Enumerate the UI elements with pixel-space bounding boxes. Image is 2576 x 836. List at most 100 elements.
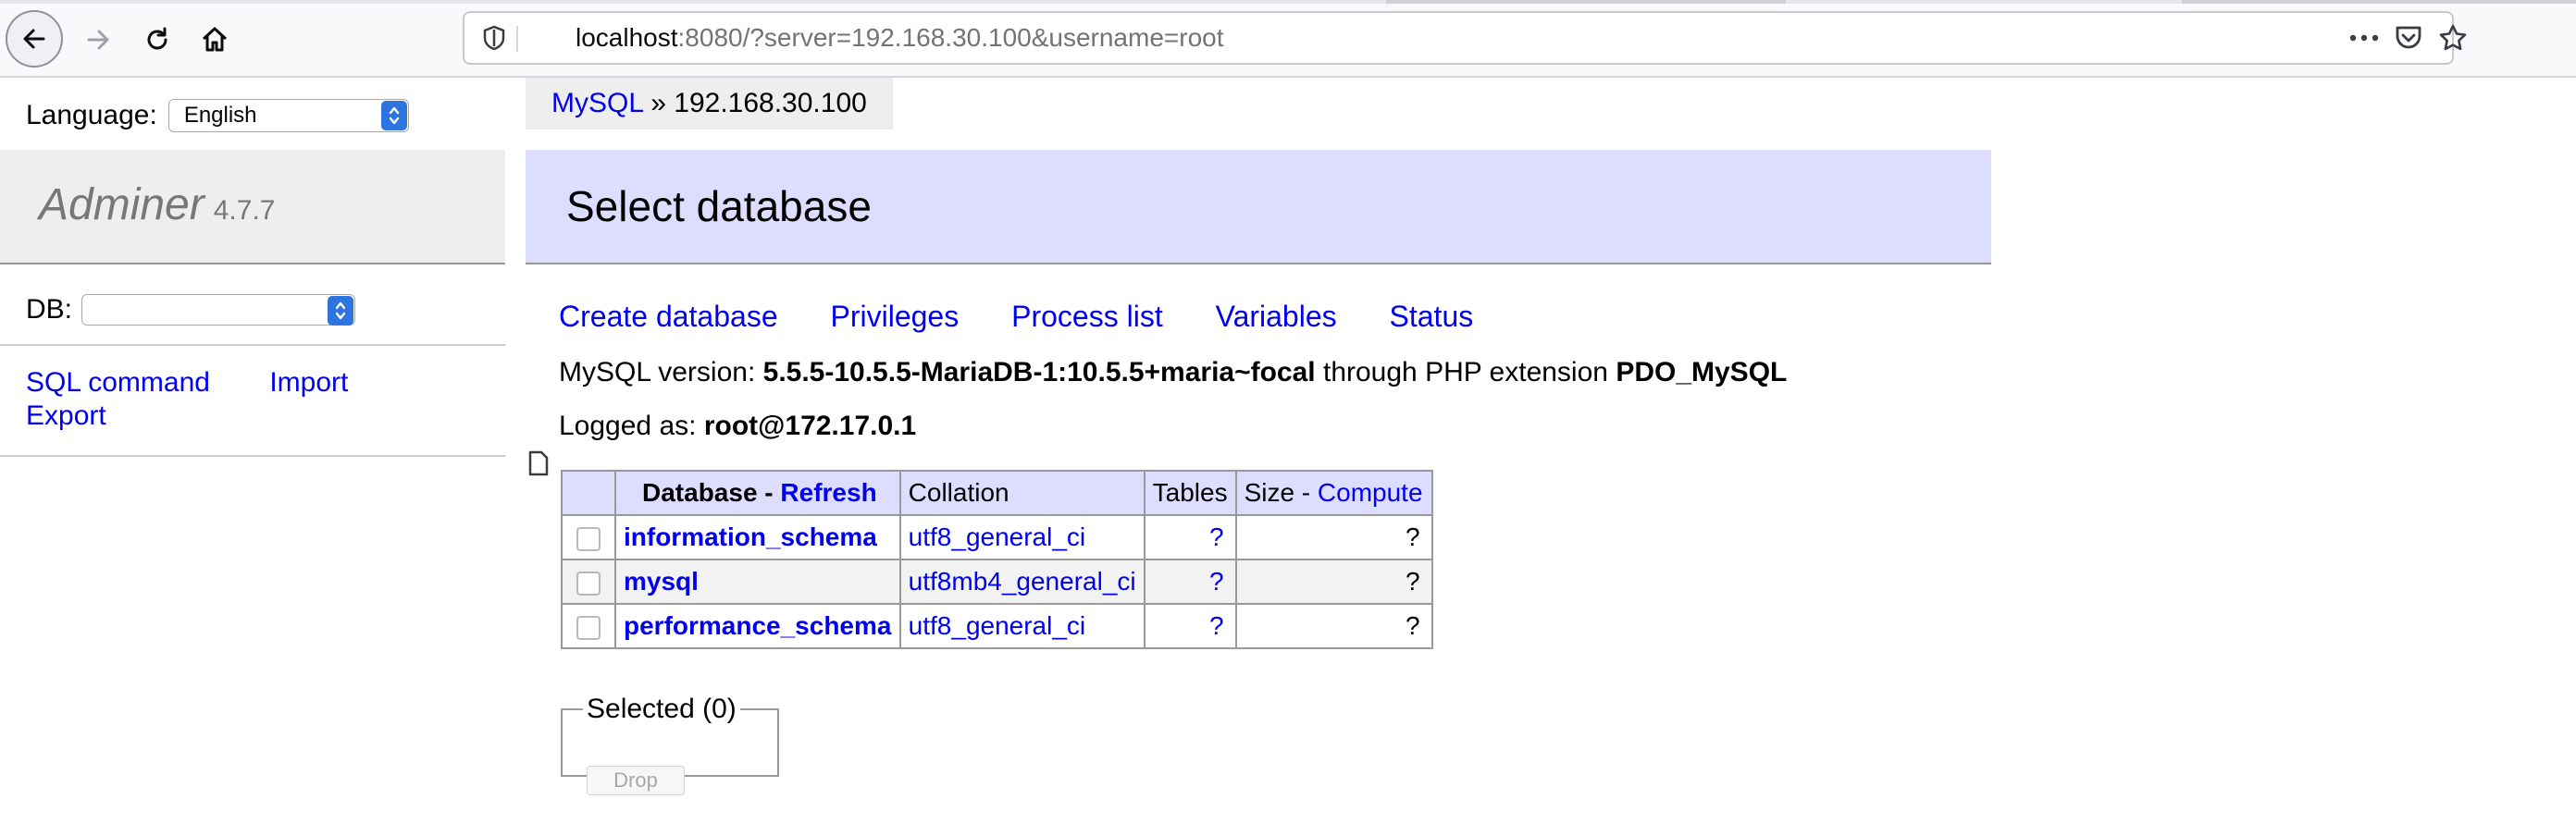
db-select[interactable] bbox=[81, 294, 356, 326]
database-name-cell: performance_schema bbox=[614, 603, 901, 649]
pocket-button[interactable] bbox=[2385, 13, 2432, 63]
breadcrumb-server: 192.168.30.100 bbox=[674, 88, 867, 118]
star-icon bbox=[2439, 24, 2467, 51]
adminer-page: Language: English Adminer 4.7.7 DB: SQL … bbox=[0, 78, 2576, 823]
sidebar-links-row: Export bbox=[26, 400, 400, 433]
collation-link[interactable]: utf8mb4_general_ci bbox=[909, 567, 1136, 596]
header-tables: Tables bbox=[1143, 470, 1237, 516]
collation-cell: utf8mb4_general_ci bbox=[898, 559, 1146, 605]
tables-cell: ? bbox=[1143, 514, 1237, 560]
database-link[interactable]: performance_schema bbox=[624, 611, 891, 640]
export-link[interactable]: Export bbox=[26, 400, 106, 431]
tables-count-link[interactable]: ? bbox=[1209, 522, 1224, 551]
table-header-row: Database - Refresh Collation Tables Size… bbox=[561, 470, 1433, 516]
breadcrumb-separator: » bbox=[650, 88, 666, 118]
header-collation: Collation bbox=[898, 470, 1146, 516]
db-row: DB: bbox=[26, 283, 356, 337]
back-arrow-icon bbox=[23, 29, 45, 49]
collation-link[interactable]: utf8_general_ci bbox=[909, 522, 1085, 551]
url-separator bbox=[516, 26, 518, 52]
row-checkbox-cell bbox=[561, 514, 616, 560]
database-name-cell: information_schema bbox=[614, 514, 901, 560]
refresh-link[interactable]: Refresh bbox=[780, 478, 876, 507]
db-label: DB: bbox=[26, 294, 73, 325]
tracking-protection-button[interactable] bbox=[474, 13, 514, 63]
header-dash: - bbox=[757, 478, 781, 507]
header-database: Database - Refresh bbox=[614, 470, 901, 516]
sidebar: Language: English Adminer 4.7.7 DB: SQL … bbox=[0, 78, 505, 823]
logged-line: Logged as: root@172.17.0.1 bbox=[559, 411, 916, 442]
url-text[interactable]: localhost:8080/?server=192.168.30.100&us… bbox=[576, 13, 1224, 63]
version-label: MySQL version: bbox=[559, 357, 756, 387]
main-content: MySQL » 192.168.30.100 Select database C… bbox=[526, 78, 1991, 823]
breadcrumb-mysql-link[interactable]: MySQL bbox=[551, 88, 643, 118]
size-cell: ? bbox=[1234, 514, 1433, 560]
version-through: through PHP extension bbox=[1322, 357, 1608, 387]
row-checkbox[interactable] bbox=[576, 615, 601, 640]
tables-count-link[interactable]: ? bbox=[1209, 567, 1224, 596]
version-value: 5.5.5-10.5.5-MariaDB-1:10.5.5+maria~foca… bbox=[762, 357, 1316, 387]
version-line: MySQL version: 5.5.5-10.5.5-MariaDB-1:10… bbox=[559, 357, 1787, 388]
action-links: Create database Privileges Process list … bbox=[559, 300, 1517, 334]
php-extension: PDO_MySQL bbox=[1616, 357, 1788, 387]
header-size-label: Size bbox=[1244, 478, 1295, 507]
sidebar-links-row: SQL command Import bbox=[26, 366, 400, 400]
selected-fieldset: Selected (0) Drop bbox=[561, 694, 779, 795]
import-link[interactable]: Import bbox=[269, 367, 348, 398]
create-database-link[interactable]: Create database bbox=[559, 300, 778, 333]
logo-title: Adminer 4.7.7 bbox=[39, 179, 275, 230]
sidebar-divider bbox=[0, 455, 505, 457]
logged-value: root@172.17.0.1 bbox=[703, 411, 917, 441]
database-name-cell: mysql bbox=[614, 559, 901, 605]
drop-button[interactable]: Drop bbox=[587, 766, 685, 795]
tables-count-link[interactable]: ? bbox=[1209, 611, 1224, 640]
size-cell: ? bbox=[1234, 603, 1433, 649]
page-title-band: Select database bbox=[526, 150, 1991, 264]
table-row: performance_schema utf8_general_ci ? ? bbox=[561, 603, 1433, 649]
row-checkbox[interactable] bbox=[576, 526, 601, 551]
forward-arrow-icon bbox=[87, 30, 109, 50]
database-link[interactable]: information_schema bbox=[624, 522, 877, 551]
language-label: Language: bbox=[26, 100, 157, 130]
database-link[interactable]: mysql bbox=[624, 567, 699, 596]
home-icon bbox=[202, 27, 228, 52]
logo-version: 4.7.7 bbox=[213, 195, 276, 226]
database-table: Database - Refresh Collation Tables Size… bbox=[561, 470, 1433, 649]
table-row: information_schema utf8_general_ci ? ? bbox=[561, 514, 1433, 560]
breadcrumb: MySQL » 192.168.30.100 bbox=[526, 78, 893, 129]
size-cell: ? bbox=[1234, 559, 1433, 605]
collation-link[interactable]: utf8_general_ci bbox=[909, 611, 1085, 640]
url-bar[interactable]: localhost:8080/?server=192.168.30.100&us… bbox=[463, 11, 2467, 476]
url-path: :8080/?server=192.168.30.100&username=ro… bbox=[677, 23, 1224, 52]
sql-command-link[interactable]: SQL command bbox=[26, 367, 210, 398]
process-list-link[interactable]: Process list bbox=[1011, 300, 1163, 333]
collation-cell: utf8_general_ci bbox=[898, 514, 1146, 560]
reload-icon bbox=[147, 27, 167, 50]
pocket-icon bbox=[2396, 26, 2421, 49]
logged-label: Logged as: bbox=[559, 411, 697, 441]
variables-link[interactable]: Variables bbox=[1216, 300, 1337, 333]
logo-link[interactable]: Adminer bbox=[39, 180, 204, 229]
header-database-label: Database bbox=[642, 478, 758, 507]
row-checkbox[interactable] bbox=[576, 571, 601, 596]
bookmark-button[interactable] bbox=[2430, 13, 2476, 63]
page-actions-button[interactable] bbox=[2341, 13, 2387, 63]
selected-legend: Selected (0) bbox=[587, 694, 737, 724]
language-select-value: English bbox=[183, 103, 257, 128]
privileges-link[interactable]: Privileges bbox=[831, 300, 960, 333]
language-select[interactable]: English bbox=[167, 99, 409, 132]
back-button[interactable] bbox=[6, 10, 63, 68]
sidebar-links: SQL command Import Export bbox=[26, 366, 400, 433]
reload-button[interactable] bbox=[128, 4, 187, 76]
select-arrows-icon bbox=[328, 296, 354, 326]
sidebar-divider bbox=[0, 344, 505, 346]
home-button[interactable] bbox=[185, 4, 244, 76]
collation-cell: utf8_general_ci bbox=[898, 603, 1146, 649]
status-link[interactable]: Status bbox=[1390, 300, 1474, 333]
header-select-all-cell[interactable] bbox=[561, 470, 616, 516]
page-title: Select database bbox=[566, 182, 872, 230]
forward-button[interactable] bbox=[68, 4, 128, 76]
header-dash: - bbox=[1294, 478, 1318, 507]
header-size: Size - Compute bbox=[1234, 470, 1433, 516]
compute-link[interactable]: Compute bbox=[1318, 478, 1423, 507]
